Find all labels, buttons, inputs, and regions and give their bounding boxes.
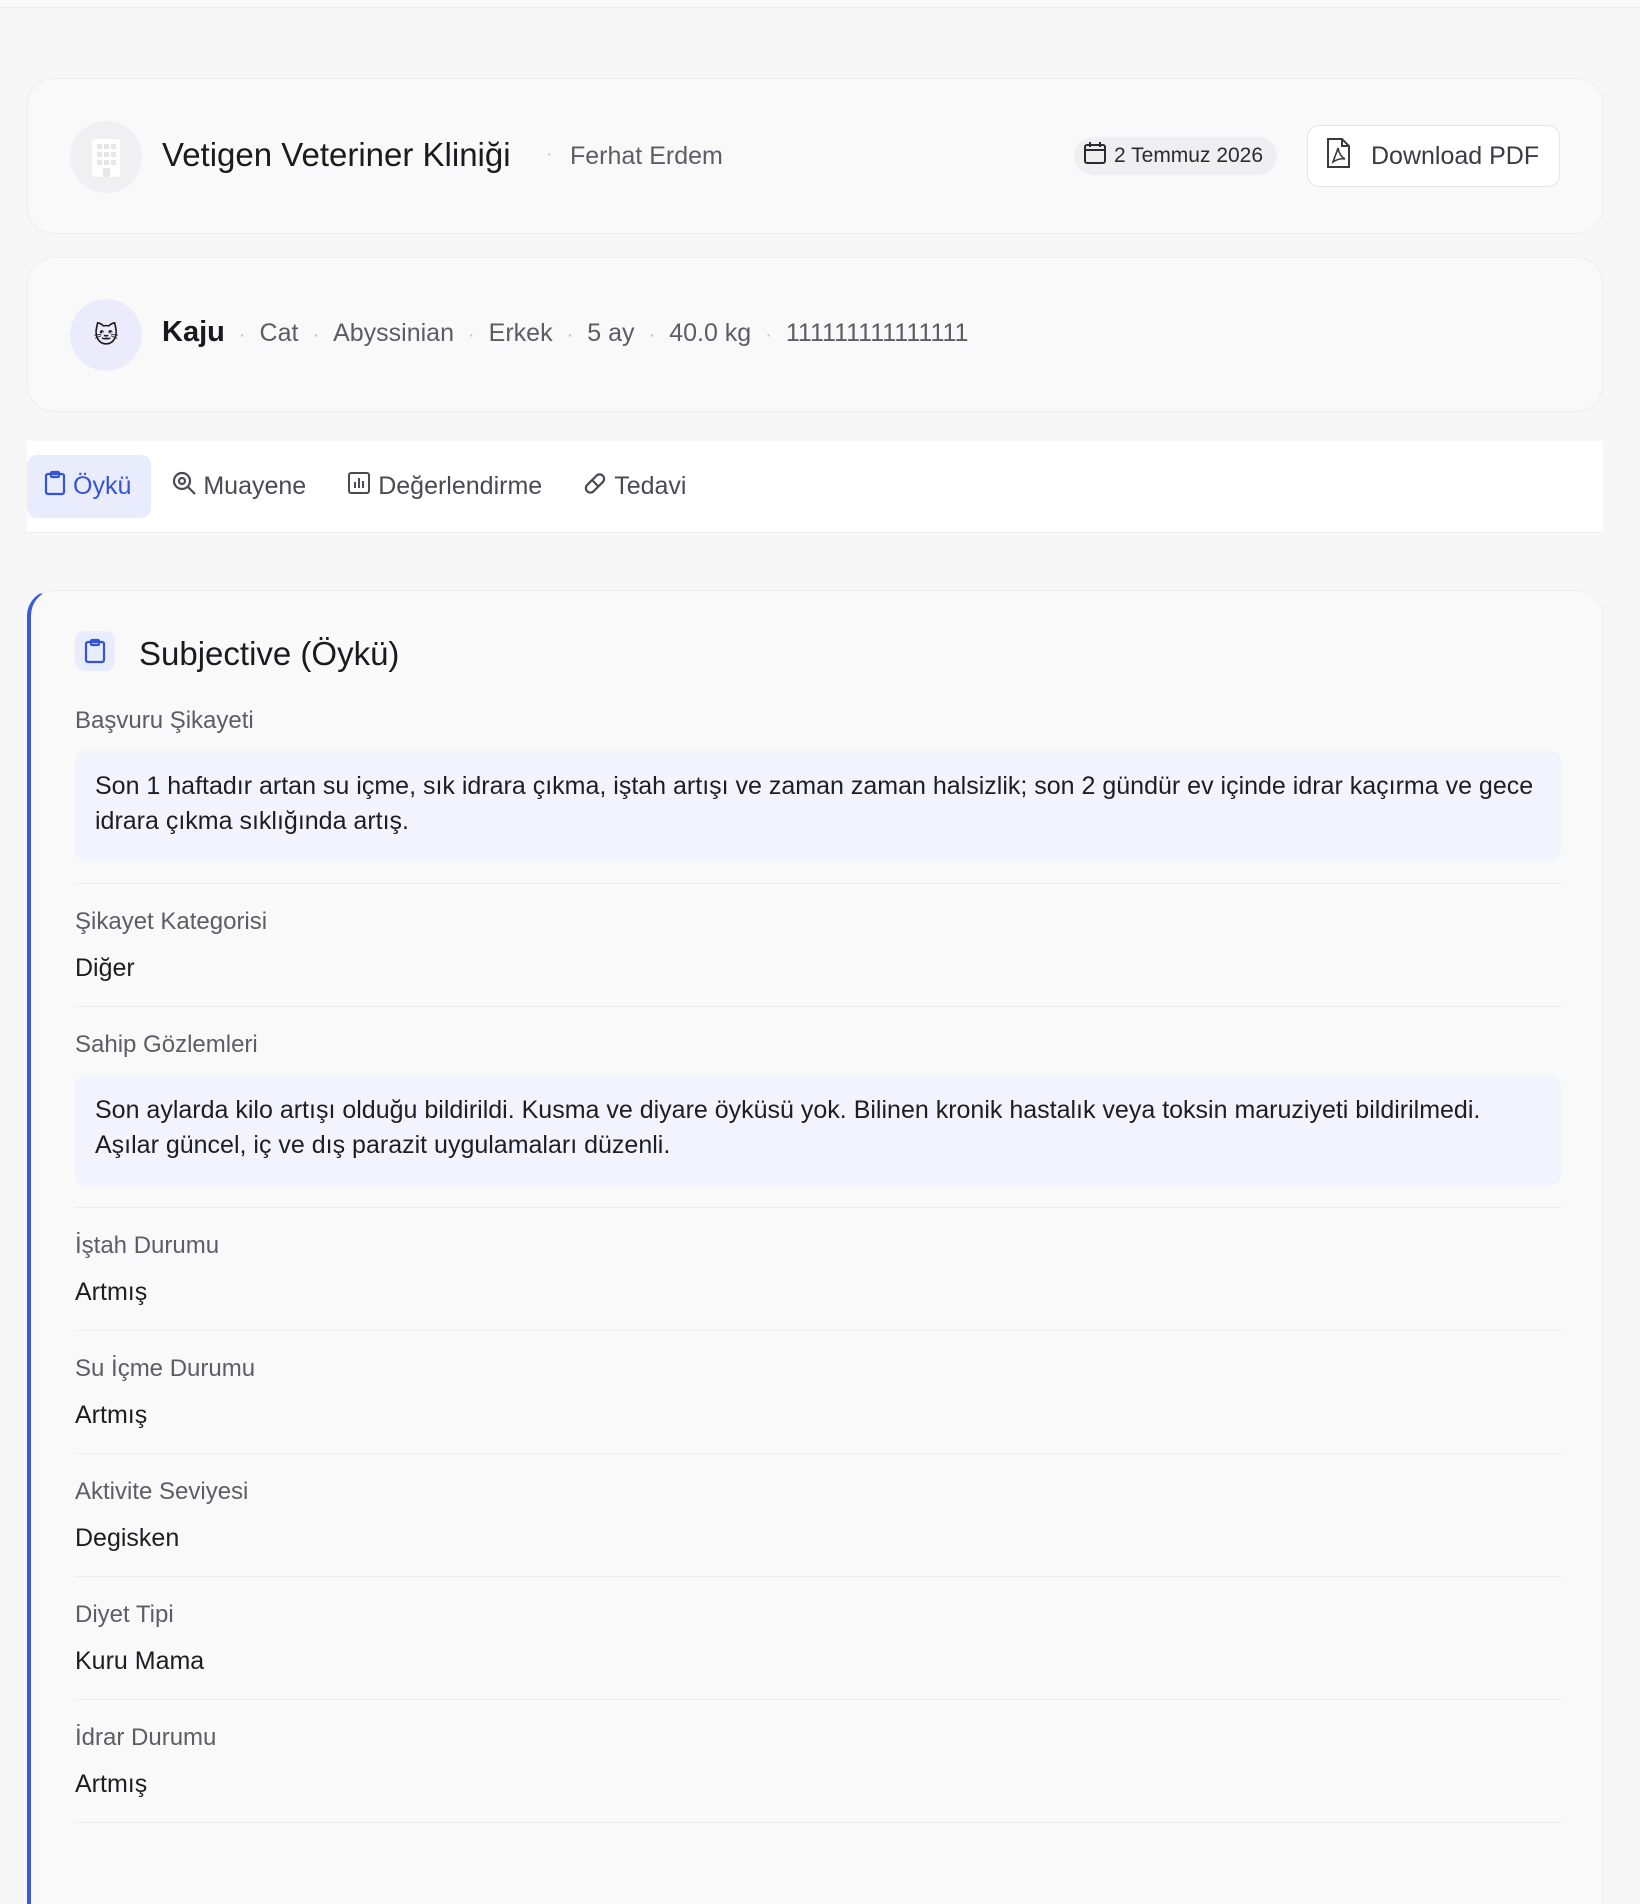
pet-chip-number: 111111111111111 xyxy=(785,319,969,347)
field-label: Sahip Gözlemleri xyxy=(75,1031,258,1058)
pet-breed: Abyssinian xyxy=(333,319,454,347)
field-label: Şikayet Kategorisi xyxy=(75,908,268,935)
field-row: Aktivite Seviyesi Degisken xyxy=(75,1454,1561,1577)
download-pdf-button[interactable]: Download PDF xyxy=(1307,125,1560,187)
subjective-section: Subjective (Öykü) Başvuru Şikayeti Son 1 … xyxy=(27,590,1603,1904)
field-row: Başvuru Şikayeti Son 1 haftadır artan su … xyxy=(75,705,1561,884)
veterinarian-name: Ferhat Erdem xyxy=(570,142,723,170)
date-badge: 2 Temmuz 2026 xyxy=(1074,137,1278,175)
tab-tedavi[interactable]: Tedavi xyxy=(566,455,706,518)
magnify-icon xyxy=(171,470,197,503)
tab-label: Tedavi xyxy=(614,472,687,500)
field-label: Başvuru Şikayeti xyxy=(75,707,254,734)
clipboard-icon xyxy=(43,470,67,503)
field-label: Aktivite Seviyesi xyxy=(75,1478,249,1505)
patient-card: 🐱 Kaju · Cat · Abyssinian · Erkek · 5 ay… xyxy=(27,257,1603,412)
clipboard-icon xyxy=(75,631,115,671)
field-value: Kuru Mama xyxy=(75,1647,205,1675)
field-value-box: Son 1 haftadır artan su içme, sık idrara… xyxy=(75,751,1561,861)
field-value: Artmış xyxy=(75,1401,148,1429)
pet-age: 5 ay xyxy=(587,319,635,347)
separator-dot: · xyxy=(238,324,246,346)
soap-tabs: Öykü Muayene Değerlendirme Tedavi xyxy=(27,441,1603,533)
field-row: İştah Durumu Artmış xyxy=(75,1208,1561,1331)
field-row: İdrar Durumu Artmış xyxy=(75,1700,1561,1823)
field-label: İdrar Durumu xyxy=(75,1724,217,1751)
tab-label: Muayene xyxy=(203,472,307,500)
field-row: Sahip Gözlemleri Son aylarda kilo artışı … xyxy=(75,1007,1561,1208)
field-value: Artmış xyxy=(75,1278,148,1306)
separator-dot: · xyxy=(566,324,574,346)
building-icon xyxy=(70,121,142,193)
separator-dot: · xyxy=(648,324,656,346)
date-text: 2 Temmuz 2026 xyxy=(1114,144,1264,167)
tab-label: Değerlendirme xyxy=(378,472,543,500)
patient-info-line: Kaju · Cat · Abyssinian · Erkek · 5 ay ·… xyxy=(162,316,968,349)
field-list: Başvuru Şikayeti Son 1 haftadır artan su … xyxy=(75,705,1561,1823)
pdf-file-icon xyxy=(1323,137,1353,176)
chart-icon xyxy=(346,470,372,503)
calendar-icon xyxy=(1082,140,1108,172)
pet-weight: 40.0 kg xyxy=(669,319,752,347)
pet-sex: Erkek xyxy=(488,319,553,347)
separator-dot: · xyxy=(546,143,553,165)
page: Vetigen Veteriner Kliniği · Ferhat Erdem… xyxy=(0,0,1640,1904)
section-title: Subjective (Öykü) xyxy=(139,635,400,672)
top-divider xyxy=(0,0,1640,8)
separator-dot: · xyxy=(312,324,320,346)
field-row: Diyet Tipi Kuru Mama xyxy=(75,1577,1561,1700)
field-row: Şikayet Kategorisi Diğer xyxy=(75,884,1561,1007)
tab-label: Öykü xyxy=(73,472,132,500)
pet-name: Kaju xyxy=(162,316,225,348)
clinic-header-card: Vetigen Veteriner Kliniği · Ferhat Erdem… xyxy=(27,78,1603,234)
field-value: Degisken xyxy=(75,1524,180,1552)
field-row: Su İçme Durumu Artmış xyxy=(75,1331,1561,1454)
download-pdf-label: Download PDF xyxy=(1371,141,1540,170)
field-label: İştah Durumu xyxy=(75,1232,220,1259)
pill-icon xyxy=(582,470,608,503)
field-value: Artmış xyxy=(75,1770,148,1798)
field-label: Diyet Tipi xyxy=(75,1601,174,1628)
field-value: Diğer xyxy=(75,954,135,982)
tab-muayene[interactable]: Muayene xyxy=(155,455,326,518)
tab-oyku[interactable]: Öykü xyxy=(27,455,152,518)
pet-species: Cat xyxy=(259,319,299,347)
separator-dot: · xyxy=(468,324,475,346)
tab-degerlendirme[interactable]: Değerlendirme xyxy=(330,455,562,518)
field-label: Su İçme Durumu xyxy=(75,1355,256,1382)
clinic-name: Vetigen Veteriner Kliniği xyxy=(162,136,511,173)
pet-avatar: 🐱 xyxy=(70,299,142,371)
separator-dot: · xyxy=(765,324,772,346)
field-value-box: Son aylarda kilo artışı olduğu bildirild… xyxy=(75,1075,1561,1185)
